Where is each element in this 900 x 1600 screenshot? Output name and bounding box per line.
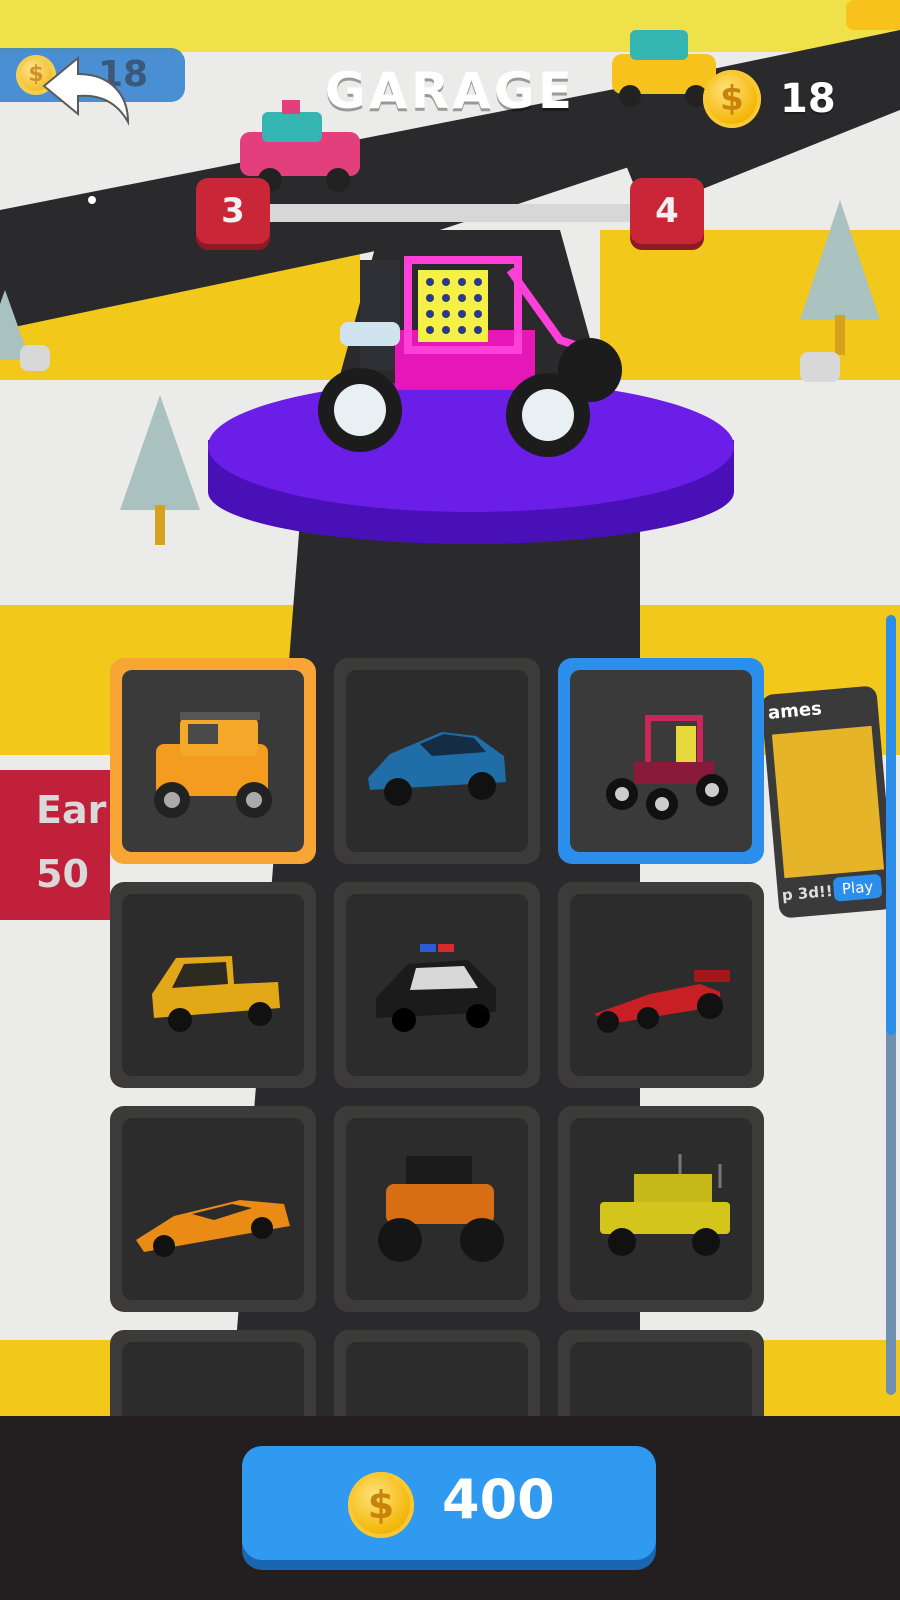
vehicle-grid	[110, 658, 780, 1418]
vehicle-tile-formula-car[interactable]	[558, 882, 764, 1088]
dune-buggy-icon	[606, 715, 728, 820]
formula-car-icon	[594, 970, 730, 1033]
vehicle-tile-monster-truck[interactable]	[334, 1106, 540, 1312]
next-level-badge: 4	[630, 178, 704, 244]
vehicle-tile-military-humvee[interactable]	[558, 1106, 764, 1312]
tile-background	[346, 1342, 528, 1418]
earn-amount: 50	[36, 852, 89, 896]
vehicle-tile-muscle-car[interactable]	[334, 658, 540, 864]
vehicle-tile-pickup-truck[interactable]	[110, 882, 316, 1088]
muscle-car-icon	[368, 732, 506, 806]
promo-play-button[interactable]: Play	[832, 873, 883, 902]
coin-icon: $	[703, 70, 761, 128]
promo-ad-card[interactable]: ames p 3d!!! Play	[760, 685, 896, 919]
promo-ad-image	[771, 725, 885, 879]
military-humvee-icon	[600, 1154, 730, 1256]
selected-vehicle-preview	[318, 256, 622, 457]
vehicle-tile[interactable]	[110, 1330, 316, 1418]
buy-price: 400	[442, 1468, 555, 1531]
promo-ad-caption: p 3d!!!	[781, 881, 841, 905]
page-title: GARAGE	[324, 62, 576, 120]
back-arrow-icon	[42, 55, 130, 126]
tile-background	[122, 1342, 304, 1418]
vehicle-tile-supercar[interactable]	[110, 1106, 316, 1312]
vehicle-tile-dune-buggy[interactable]	[558, 658, 764, 864]
current-level-badge: 3	[196, 178, 270, 244]
pickup-truck-icon	[152, 956, 280, 1032]
buy-vehicle-button[interactable]: $ 400	[242, 1446, 656, 1560]
earn-reward-panel: Ear 50	[0, 770, 110, 920]
coin-balance: 18	[780, 76, 836, 122]
tile-background	[570, 1342, 752, 1418]
background-sparkle	[88, 196, 96, 204]
monster-truck-icon	[378, 1156, 504, 1262]
off-road-jeep-icon	[154, 712, 272, 818]
coin-icon: $	[348, 1472, 414, 1538]
vehicle-tile-off-road-jeep[interactable]	[110, 658, 316, 864]
vehicle-tile[interactable]	[334, 1330, 540, 1418]
back-button[interactable]	[38, 50, 138, 130]
supercar-icon	[136, 1200, 290, 1257]
police-car-icon	[376, 944, 496, 1032]
game-scene: $ 18 GARAGE $ 18 3 4 Ear 50 ames p 3d!!!…	[0, 0, 900, 1600]
scrollbar-thumb[interactable]	[886, 615, 896, 1035]
earn-label: Ear	[36, 788, 107, 832]
vehicle-tile-police-car[interactable]	[334, 882, 540, 1088]
grid-scrollbar[interactable]	[886, 615, 896, 1395]
level-progress-bar	[264, 204, 634, 222]
vehicle-tile[interactable]	[558, 1330, 764, 1418]
